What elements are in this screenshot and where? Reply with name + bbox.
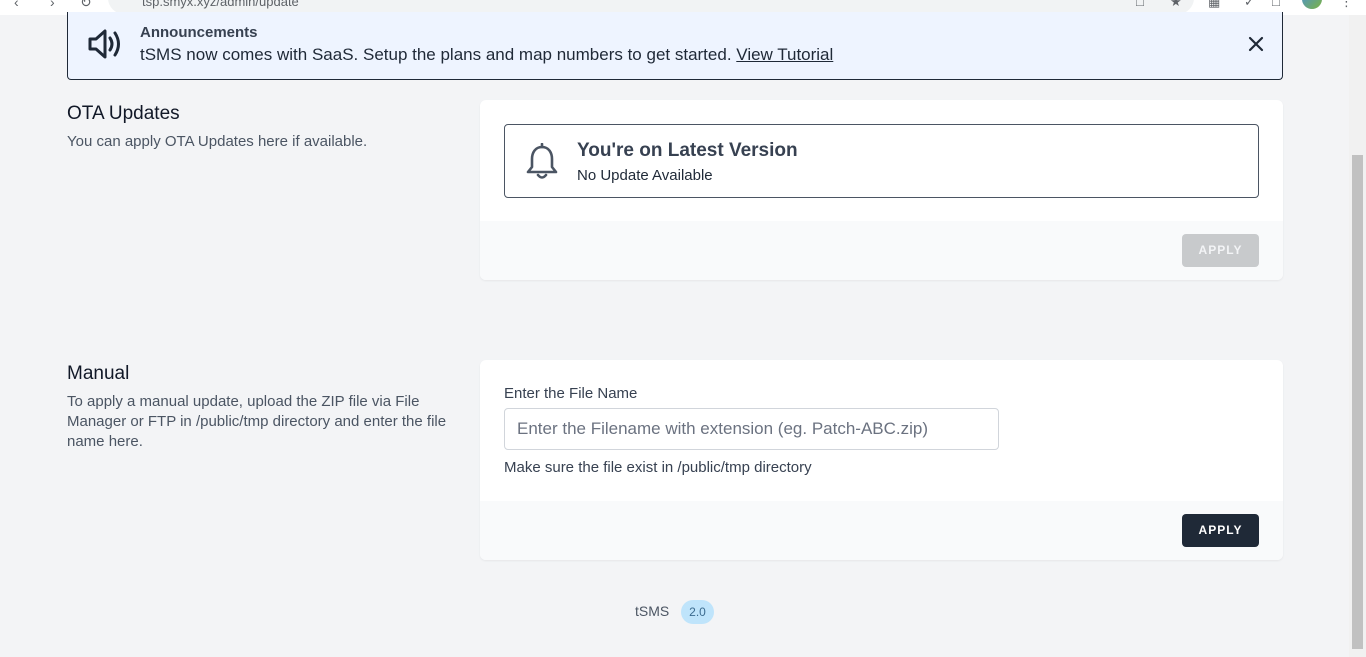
ota-section-title: OTA Updates [67, 103, 180, 124]
manual-card-footer: APPLY [480, 501, 1283, 560]
filename-input[interactable] [504, 408, 999, 450]
extensions-icon[interactable]: ▦ [1208, 0, 1220, 10]
forward-icon[interactable]: › [50, 0, 55, 10]
ota-card-footer: APPLY [480, 221, 1283, 280]
filename-label: Enter the File Name [504, 385, 638, 402]
reload-icon[interactable]: ↻ [80, 0, 92, 11]
profile-avatar[interactable] [1302, 0, 1322, 9]
view-tutorial-link[interactable]: View Tutorial [736, 45, 833, 64]
bookmark-star-icon[interactable]: ★ [1170, 0, 1182, 10]
url-text[interactable]: tsp.smyx.xyz/admin/update [142, 0, 299, 9]
ota-apply-button[interactable]: APPLY [1182, 234, 1259, 267]
announcement-title: Announcements [140, 24, 258, 41]
bell-icon [526, 143, 558, 179]
status-title: You're on Latest Version [577, 140, 798, 161]
footer-brand: tSMS [635, 603, 670, 619]
ota-card: You're on Latest Version No Update Avail… [480, 100, 1283, 280]
scrollbar-thumb[interactable] [1352, 155, 1363, 649]
manual-section-description: To apply a manual update, upload the ZIP… [67, 393, 447, 450]
media-icon[interactable]: ✓ [1244, 0, 1255, 10]
manual-card: Enter the File Name Make sure the file e… [480, 360, 1283, 560]
manual-section-title: Manual [67, 363, 130, 384]
install-icon[interactable]: □ [1136, 0, 1144, 9]
manual-apply-button[interactable]: APPLY [1182, 514, 1259, 547]
announcement-message: tSMS now comes with SaaS. Setup the plan… [140, 45, 834, 64]
status-subtitle: No Update Available [577, 167, 713, 184]
version-status-box: You're on Latest Version No Update Avail… [504, 124, 1259, 198]
menu-kebab-icon[interactable]: ⋮ [1340, 0, 1353, 10]
back-icon[interactable]: ‹ [14, 0, 19, 10]
speaker-icon [88, 29, 120, 59]
close-icon[interactable] [1246, 34, 1266, 54]
filename-help-text: Make sure the file exist in /public/tmp … [504, 459, 812, 476]
version-badge: 2.0 [681, 600, 714, 624]
announcement-banner: Announcements tSMS now comes with SaaS. … [67, 12, 1283, 80]
tab-icon[interactable]: □ [1272, 0, 1280, 9]
ota-section-description: You can apply OTA Updates here if availa… [67, 133, 368, 150]
